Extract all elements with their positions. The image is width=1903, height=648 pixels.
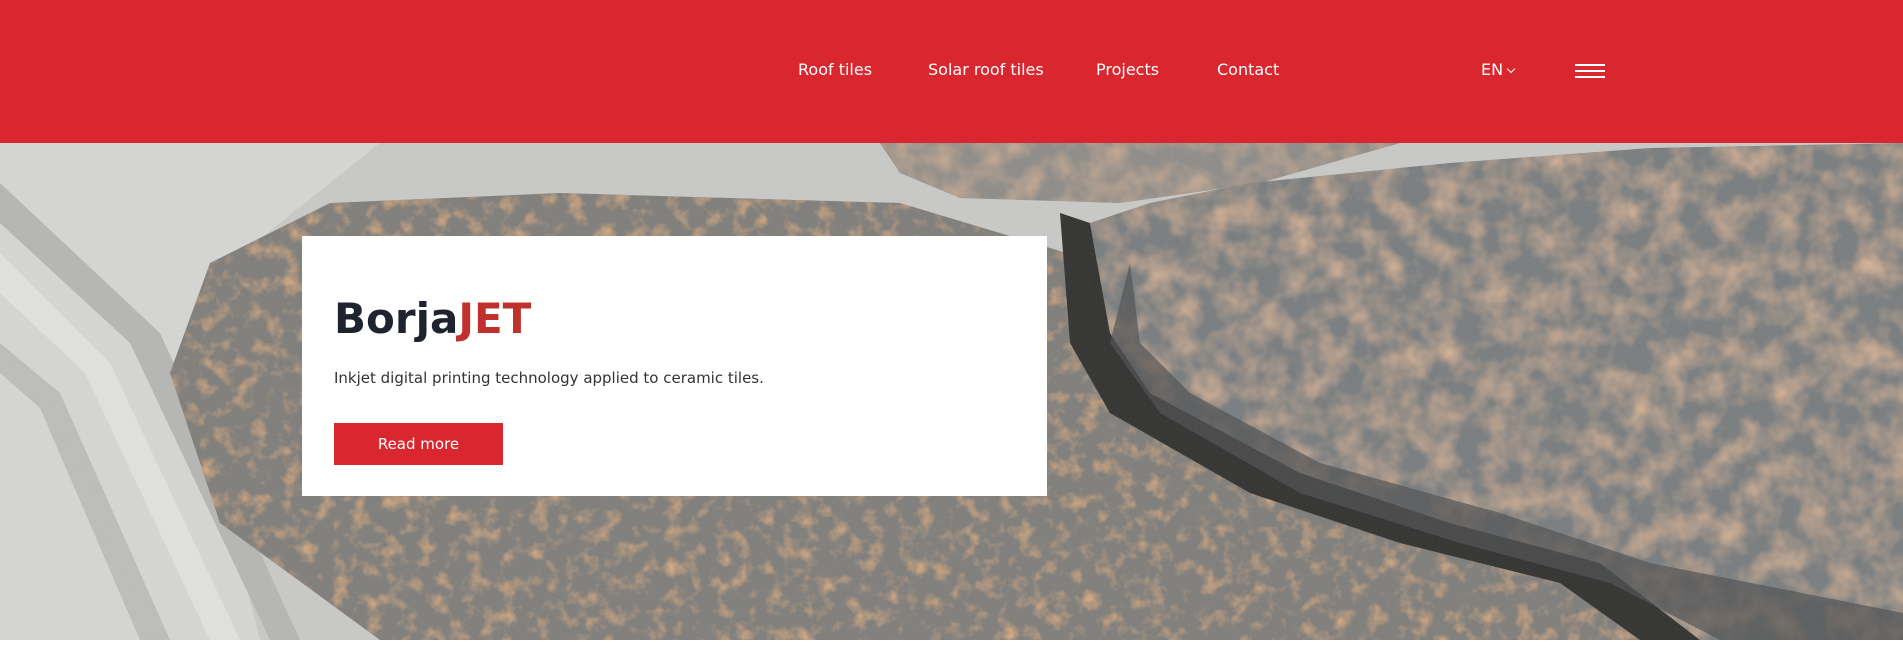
nav-link-roof-tiles[interactable]: Roof tiles [798, 60, 872, 80]
hero-title-main: Borja [334, 294, 459, 343]
language-label: EN [1481, 60, 1504, 79]
site-header: Roof tiles Solar roof tiles Projects Con… [0, 0, 1903, 143]
nav-link-contact[interactable]: Contact [1217, 60, 1279, 80]
hero-description: Inkjet digital printing technology appli… [334, 369, 764, 387]
hero-card: BorjaJET Inkjet digital printing technol… [302, 236, 1047, 496]
nav-link-solar-roof-tiles[interactable]: Solar roof tiles [928, 60, 1044, 80]
hero-title: BorjaJET [334, 294, 531, 344]
main-nav: Roof tiles Solar roof tiles Projects Con… [0, 0, 1903, 143]
nav-link-projects[interactable]: Projects [1096, 60, 1159, 80]
hero-title-accent: JET [458, 294, 532, 343]
language-selector[interactable]: EN [1481, 60, 1516, 80]
hamburger-menu-icon[interactable] [1575, 62, 1605, 80]
read-more-button[interactable]: Read more [334, 423, 503, 465]
chevron-down-icon [1506, 64, 1516, 74]
